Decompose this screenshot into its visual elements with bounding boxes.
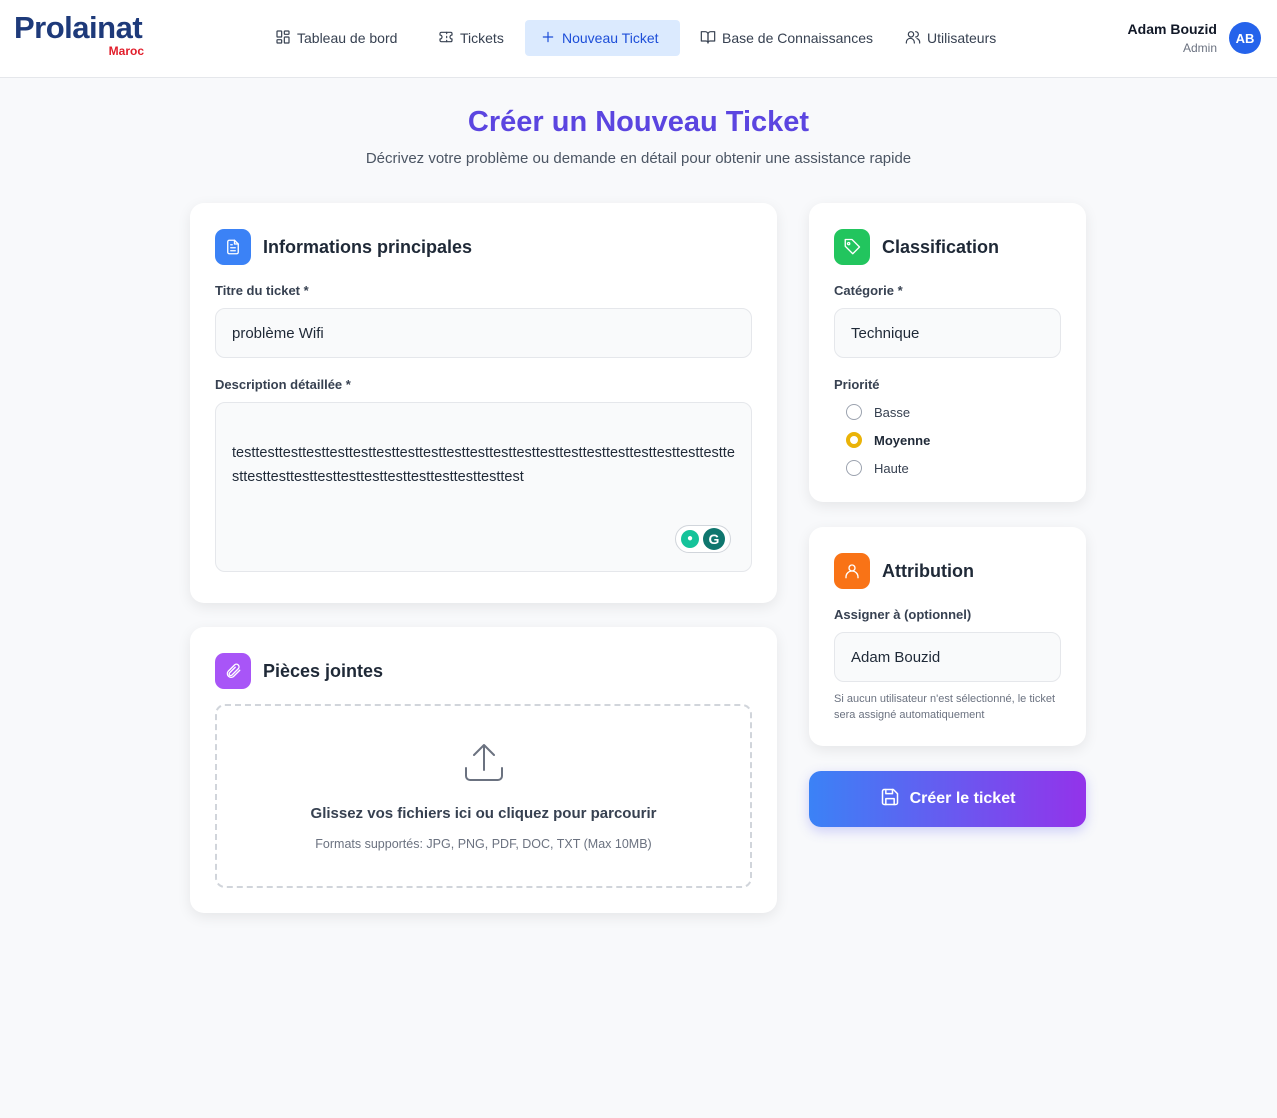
document-icon (215, 229, 251, 265)
priority-label: Priorité (834, 377, 880, 392)
page-title: Créer un Nouveau Ticket (467, 106, 810, 138)
avatar[interactable]: AB (1229, 22, 1261, 54)
assign-select[interactable]: Adam Bouzid (834, 632, 1061, 682)
users-icon (905, 29, 921, 48)
attachments-title: Pièces jointes (263, 660, 384, 681)
save-icon (880, 787, 900, 812)
attachments-header: Pièces jointes (215, 653, 383, 689)
title-label: Titre du ticket * (215, 283, 309, 298)
priority-moyenne-label: Moyenne (874, 432, 931, 448)
priority-haute-label: Haute (874, 460, 909, 476)
radio-haute[interactable] (846, 460, 862, 476)
brand-logo[interactable]: Prolainat Maroc (14, 10, 146, 60)
page-subtitle: Décrivez votre problème ou demande en dé… (365, 150, 912, 167)
priority-option-haute[interactable]: Haute (846, 460, 909, 476)
upload-icon (462, 740, 506, 784)
attachments-card: Pièces jointes Glissez vos fichiers ici … (190, 627, 777, 913)
user-name: Adam Bouzid (1127, 21, 1217, 37)
create-ticket-button[interactable]: Créer le ticket (809, 771, 1086, 827)
priority-option-basse[interactable]: Basse (846, 404, 910, 420)
attribution-title: Attribution (882, 560, 974, 581)
main-info-card: Informations principales Titre du ticket… (190, 203, 777, 603)
classification-title: Classification (882, 236, 1000, 257)
ticket-icon (438, 29, 454, 48)
nav-users-label: Utilisateurs (927, 30, 997, 46)
classification-card: Classification Catégorie * Technique Pri… (809, 203, 1086, 502)
nav-knowledge-base[interactable]: Base de Connaissances (685, 20, 888, 56)
attribution-header: Attribution (834, 553, 974, 589)
lightbulb-icon: ● (681, 530, 699, 548)
user-role: Admin (1182, 41, 1217, 55)
paperclip-icon (215, 653, 251, 689)
tag-icon (834, 229, 870, 265)
assign-help-text: Si aucun utilisateur n'est sélectionné, … (834, 693, 1055, 721)
priority-basse-label: Basse (874, 404, 911, 420)
brand-name: Prolainat (14, 10, 143, 45)
description-textarea[interactable]: testtesttesttesttesttesttesttesttesttest… (215, 402, 752, 572)
plus-icon (540, 29, 556, 48)
nav-users[interactable]: Utilisateurs (890, 20, 1011, 56)
attribution-card: Attribution Assigner à (optionnel) Adam … (809, 527, 1086, 746)
file-dropzone[interactable]: Glissez vos fichiers ici ou cliquez pour… (215, 704, 752, 888)
title-input[interactable]: problème Wifi (215, 308, 752, 358)
book-icon (700, 29, 716, 48)
classification-header: Classification (834, 229, 999, 265)
nav-new-ticket[interactable]: Nouveau Ticket (525, 20, 680, 56)
brand-sub: Maroc (108, 44, 144, 58)
main-info-title: Informations principales (263, 236, 473, 257)
nav-knowledge-base-label: Base de Connaissances (722, 30, 873, 46)
grammarly-icon: G (703, 528, 725, 550)
top-header: Prolainat Maroc Tableau de bord Tickets … (0, 0, 1277, 78)
assign-label: Assigner à (optionnel) (834, 607, 972, 622)
nav-tickets[interactable]: Tickets (423, 20, 519, 56)
nav-new-ticket-label: Nouveau Ticket (562, 30, 659, 46)
nav-tickets-label: Tickets (460, 30, 504, 46)
description-label: Description détaillée * (215, 377, 351, 392)
priority-option-moyenne[interactable]: Moyenne (846, 432, 930, 448)
main-info-header: Informations principales (215, 229, 472, 265)
dropzone-formats: Formats supportés: JPG, PNG, PDF, DOC, T… (315, 837, 652, 851)
category-select[interactable]: Technique (834, 308, 1061, 358)
grammarly-widget[interactable]: ● G (675, 525, 731, 553)
create-ticket-label: Créer le ticket (909, 790, 1016, 807)
user-icon (834, 553, 870, 589)
radio-moyenne[interactable] (846, 432, 862, 448)
description-text: testtesttesttesttesttesttesttesttesttest… (232, 445, 735, 485)
dashboard-icon (275, 29, 291, 48)
dropzone-title: Glissez vos fichiers ici ou cliquez pour… (310, 805, 657, 822)
nav-dashboard[interactable]: Tableau de bord (260, 20, 412, 56)
radio-basse[interactable] (846, 404, 862, 420)
nav-dashboard-label: Tableau de bord (297, 30, 398, 46)
category-label: Catégorie * (834, 283, 903, 298)
